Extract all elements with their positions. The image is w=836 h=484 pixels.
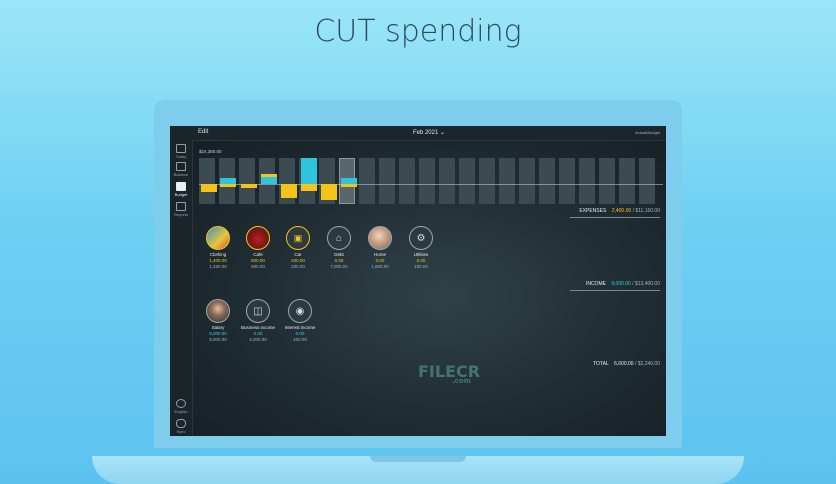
category-budget: 200.00 — [291, 263, 305, 269]
top-bar: Edit Feb 2021 ⌄ Actual/Budget — [192, 126, 666, 141]
category-utilities[interactable]: ⚙ Utilities 0.00 180.00 — [401, 226, 441, 269]
chart-column[interactable] — [239, 158, 255, 204]
reports-icon — [176, 202, 186, 211]
chart-column[interactable] — [559, 158, 575, 204]
expense-bar — [241, 184, 257, 188]
chart-column[interactable] — [539, 158, 555, 204]
expenses-budget: / $11,160.00 — [632, 208, 660, 214]
chart-column[interactable] — [619, 158, 635, 204]
nav-sync[interactable]: Sync — [170, 419, 192, 434]
total-label: TOTAL — [593, 361, 609, 367]
category-budget: 7,000.00 — [330, 263, 348, 269]
expense-bar — [201, 184, 217, 192]
coffee-cup-icon — [246, 226, 270, 250]
clothing-photo-icon — [206, 226, 230, 250]
actual-budget-toggle[interactable]: Actual/Budget — [635, 130, 660, 135]
income-bar — [301, 158, 317, 184]
bank-icon: ⌂ — [327, 226, 351, 250]
income-label: INCOME — [585, 281, 606, 287]
expenses-label: EXPENSES — [579, 208, 607, 214]
family-photo-icon — [368, 226, 392, 250]
category-budget: 1,490.00 — [209, 263, 227, 269]
income-bar — [261, 177, 277, 184]
people-icon — [176, 399, 186, 408]
cloud-icon — [176, 419, 186, 428]
chart-column[interactable] — [199, 158, 215, 204]
expense-bar — [321, 184, 337, 200]
car-icon: ▣ — [286, 226, 310, 250]
monthly-chart[interactable] — [199, 158, 663, 204]
chart-column[interactable] — [499, 158, 515, 204]
category-home[interactable]: Home 0.00 1,800.00 — [360, 226, 400, 269]
chart-column[interactable] — [399, 158, 415, 204]
chart-column[interactable] — [639, 158, 655, 204]
expense-bar — [341, 184, 357, 187]
app-screen: Today Balance Budget Reports English Syn… — [170, 126, 666, 436]
page-headline: CUT spending — [314, 14, 522, 49]
category-cafe[interactable]: Cafe 800.00 900.00 — [238, 226, 278, 269]
category-budget: 1,800.00 — [371, 263, 389, 269]
expenses-actual: 2,400.00 — [611, 208, 632, 214]
watermark: FILECR .com — [418, 362, 480, 385]
category-clothing[interactable]: Clothing 1,400.00 1,490.00 — [198, 226, 238, 269]
budget-icon — [176, 182, 186, 191]
category-budget: 400.00 — [293, 336, 307, 342]
grand-total: TOTAL 6,600.00 / $2,240.00 — [593, 361, 660, 367]
nav-reports-label: Reports — [173, 212, 188, 217]
nav-english[interactable]: English — [170, 399, 192, 414]
calendar-icon — [176, 144, 186, 153]
nav-today[interactable]: Today — [170, 144, 192, 159]
category-interest-income[interactable]: ◉ Interest income 0.00 400.00 — [280, 299, 320, 342]
utilities-icon: ⚙ — [409, 226, 433, 250]
nav-budget[interactable]: Budget — [170, 182, 192, 197]
category-car[interactable]: ▣ Car 200.00 200.00 — [278, 226, 318, 269]
expense-bar — [281, 184, 297, 198]
person-photo-icon — [206, 299, 230, 323]
chart-column[interactable] — [579, 158, 595, 204]
nav-today-label: Today — [175, 154, 187, 159]
chart-column[interactable] — [599, 158, 615, 204]
category-budget: 9,000.00 — [209, 336, 227, 342]
chart-zero-line — [199, 184, 663, 185]
month-selector[interactable]: Feb 2021 ⌄ — [192, 129, 666, 136]
expenses-rule — [570, 217, 660, 218]
chart-column[interactable] — [519, 158, 535, 204]
nav-budget-label: Budget — [174, 192, 188, 197]
briefcase-icon: ◫ — [246, 299, 270, 323]
category-budget: 900.00 — [251, 263, 265, 269]
chart-column[interactable] — [439, 158, 455, 204]
income-budget: / $13,400.00 — [632, 281, 660, 287]
income-total: INCOME 9,000.00 / $13,400.00 — [570, 281, 660, 291]
income-rule — [570, 290, 660, 291]
income-actual: 9,000.00 — [611, 281, 631, 287]
category-business-income[interactable]: ◫ Business income 0.00 4,000.00 — [238, 299, 278, 342]
laptop-notch — [370, 456, 466, 462]
chart-column[interactable] — [359, 158, 375, 204]
category-salary[interactable]: Salary 9,000.00 9,000.00 — [198, 299, 238, 342]
nav-english-label: English — [174, 409, 188, 414]
piggy-bank-icon: ◉ — [288, 299, 312, 323]
nav-reports[interactable]: Reports — [170, 202, 192, 217]
expense-bar — [261, 174, 277, 177]
total-actual: 6,600.00 — [614, 361, 634, 367]
nav-sync-label: Sync — [176, 429, 186, 434]
category-debt[interactable]: ⌂ Debt 0.00 7,000.00 — [319, 226, 359, 269]
balance-icon — [176, 162, 186, 171]
expense-bar — [220, 184, 236, 187]
chart-column[interactable] — [479, 158, 495, 204]
nav-balance[interactable]: Balance — [170, 162, 192, 177]
chart-max-label: $24,380.00 — [199, 149, 222, 154]
chart-column[interactable] — [459, 158, 475, 204]
expenses-total: EXPENSES 2,400.00 / $11,160.00 — [570, 208, 660, 218]
total-budget: / $2,240.00 — [634, 361, 660, 367]
expense-bar — [301, 184, 317, 191]
side-navigation: Today Balance Budget Reports English Syn… — [170, 126, 193, 436]
chart-column[interactable] — [419, 158, 435, 204]
category-budget: 4,000.00 — [249, 336, 267, 342]
category-budget: 180.00 — [414, 263, 428, 269]
nav-balance-label: Balance — [173, 172, 189, 177]
chart-column[interactable] — [379, 158, 395, 204]
